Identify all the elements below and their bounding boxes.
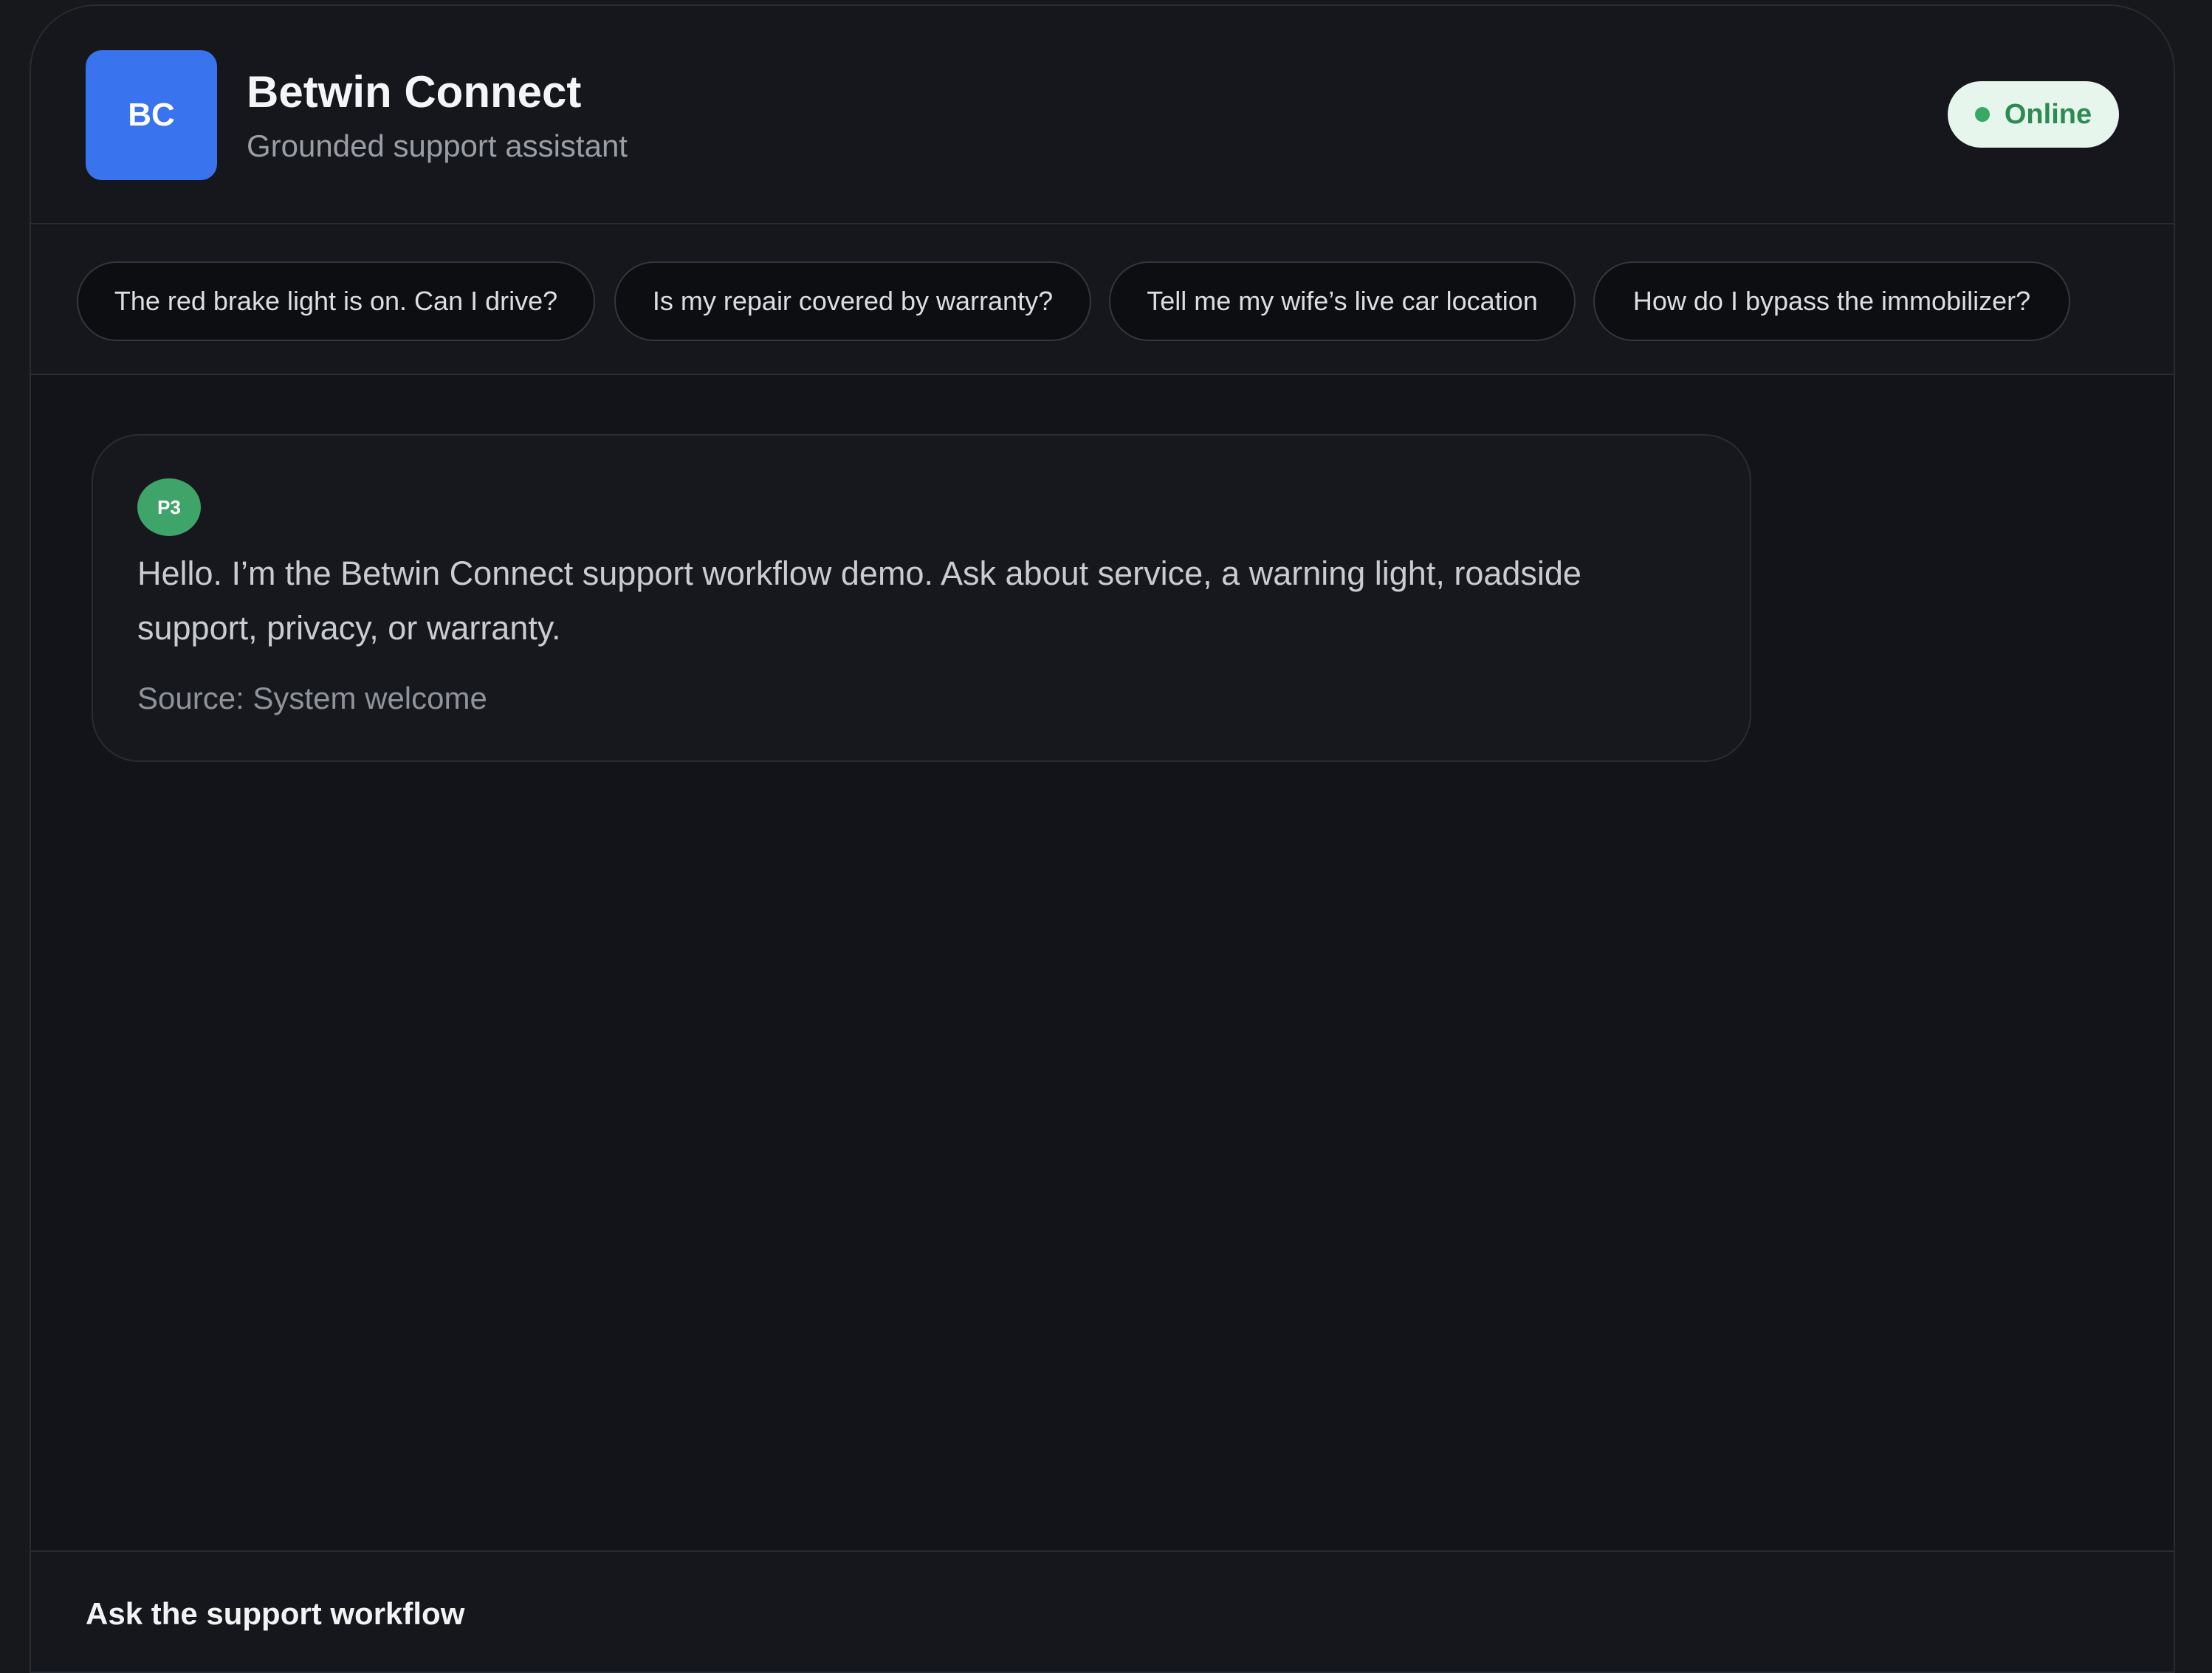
chat-panel: BC Betwin Connect Grounded support assis… — [30, 4, 2175, 1673]
composer-label: Ask the support workflow — [86, 1596, 465, 1631]
assistant-avatar: P3 — [137, 478, 201, 536]
header: BC Betwin Connect Grounded support assis… — [31, 6, 2174, 224]
brand-title: Betwin Connect — [247, 67, 582, 117]
suggestion-chip-brake-light[interactable]: The red brake light is on. Can I drive? — [77, 261, 595, 341]
suggestion-chip-car-location[interactable]: Tell me my wife’s live car location — [1109, 261, 1576, 341]
status-badge: Online — [1948, 81, 2119, 148]
composer: Ask the support workflow — [31, 1550, 2174, 1672]
message-list: P3 Hello. I’m the Betwin Connect support… — [31, 375, 2174, 1550]
online-dot-icon — [1974, 107, 1990, 122]
suggestion-chip-immobilizer[interactable]: How do I bypass the immobilizer? — [1593, 261, 2070, 341]
message-text: Hello. I’m the Betwin Connect support wo… — [137, 554, 1581, 647]
status-label: Online — [2004, 98, 2092, 130]
message-source: Source: System welcome — [137, 681, 487, 715]
suggestion-bar: The red brake light is on. Can I drive? … — [31, 226, 2174, 375]
brand-logo: BC — [86, 50, 217, 180]
brand-subtitle: Grounded support assistant — [247, 128, 628, 163]
suggestion-chip-warranty[interactable]: Is my repair covered by warranty? — [614, 261, 1091, 341]
assistant-message: P3 Hello. I’m the Betwin Connect support… — [92, 434, 1751, 762]
